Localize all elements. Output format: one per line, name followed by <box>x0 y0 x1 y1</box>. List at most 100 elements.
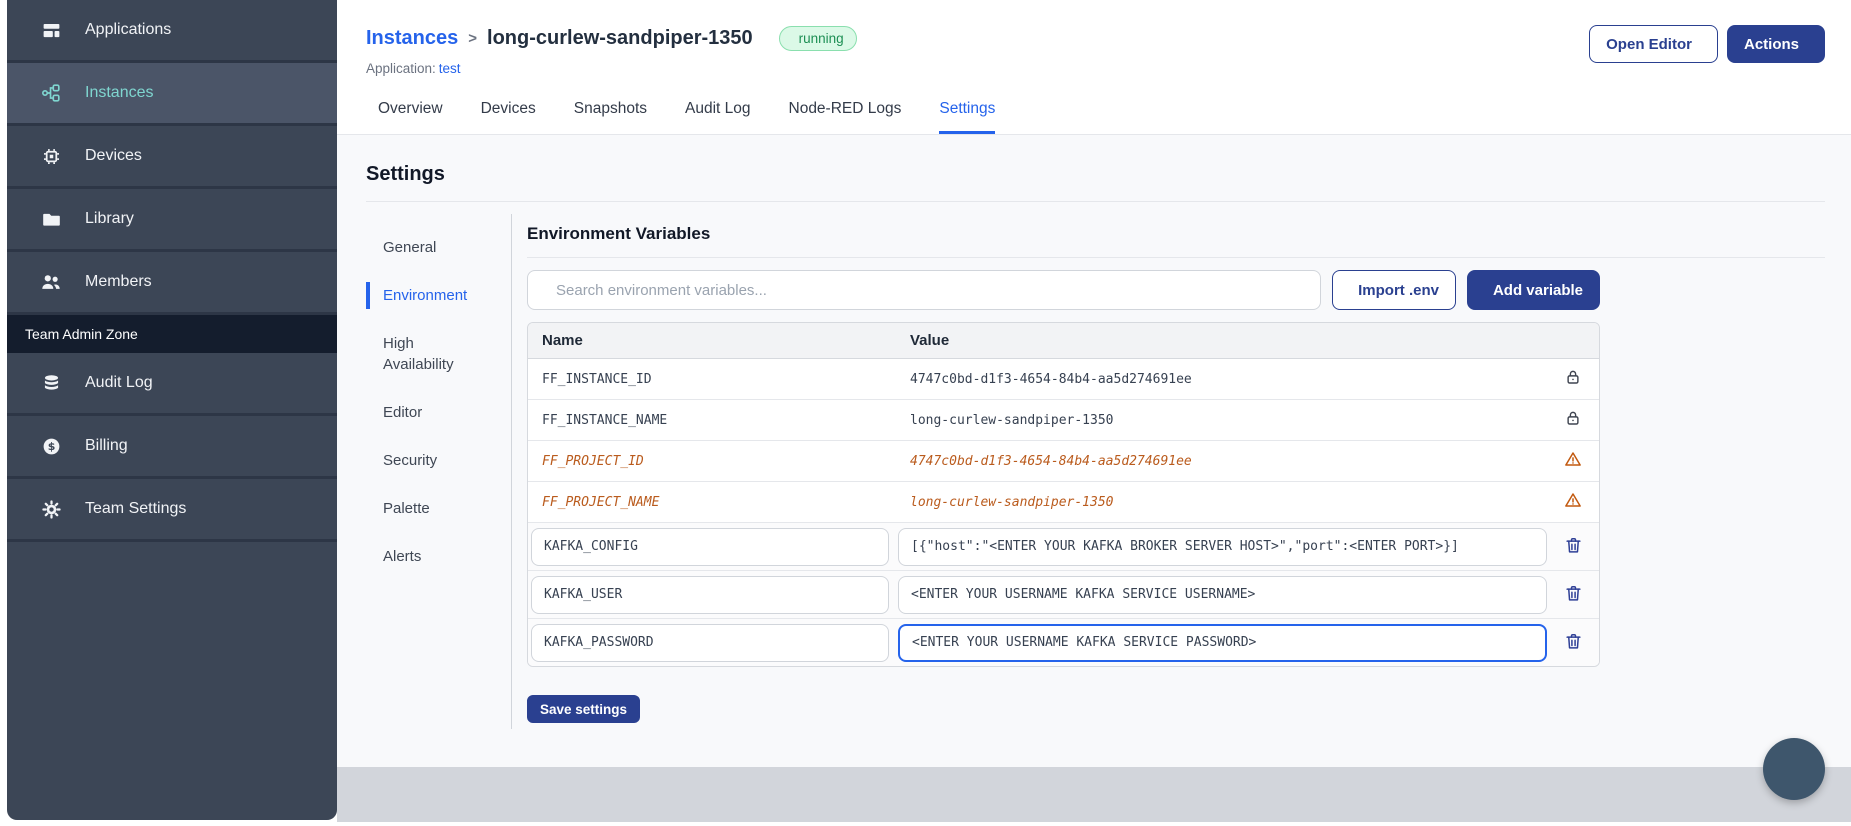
sidebar-item-label: Instances <box>85 84 154 101</box>
table-row <box>528 571 1599 619</box>
sidebar-item-billing[interactable]: $ Billing <box>7 416 337 479</box>
env-value: 4747c0bd-d1f3-4654-84b4-aa5d274691ee <box>910 453 1192 469</box>
lock-icon <box>1564 368 1582 391</box>
applications-icon <box>38 20 64 41</box>
env-value-input[interactable] <box>898 527 1547 566</box>
column-header-value: Value <box>910 332 950 349</box>
warning-icon <box>1547 450 1599 473</box>
delete-variable-button[interactable] <box>1547 536 1599 558</box>
tab-devices[interactable]: Devices <box>481 100 536 134</box>
settings-nav: General Environment High Availability Edito… <box>366 214 512 729</box>
actions-button[interactable]: Actions <box>1726 25 1825 63</box>
settings-nav-palette[interactable]: Palette <box>366 495 478 522</box>
env-name: FF_PROJECT_ID <box>542 453 644 469</box>
tab-overview[interactable]: Overview <box>378 100 443 134</box>
header-actions: Open Editor Actions <box>1589 25 1825 63</box>
application-link[interactable]: test <box>439 61 461 76</box>
status-badge-label: running <box>798 31 844 46</box>
application-label: Application: <box>366 61 436 76</box>
settings-nav-alerts[interactable]: Alerts <box>366 543 478 570</box>
open-editor-button[interactable]: Open Editor <box>1589 25 1718 63</box>
divider <box>527 257 1825 258</box>
import-env-label: Import .env <box>1358 281 1439 299</box>
settings-nav-high-availability[interactable]: High Availability <box>366 330 478 378</box>
lock-icon <box>1547 368 1599 391</box>
env-value: 4747c0bd-d1f3-4654-84b4-aa5d274691ee <box>910 371 1192 387</box>
sidebar-item-library[interactable]: Library <box>7 189 337 252</box>
env-name: FF_PROJECT_NAME <box>542 494 660 510</box>
instance-tabs: Overview Devices Snapshots Audit Log Node-RE… <box>337 76 1851 135</box>
add-variable-label: Add variable <box>1492 281 1583 299</box>
audit-log-icon <box>38 373 64 394</box>
add-variable-button[interactable]: Add variable <box>1466 270 1600 310</box>
search-input[interactable] <box>554 280 1307 300</box>
sidebar-item-devices[interactable]: Devices <box>7 126 337 189</box>
sidebar-item-label: Audit Log <box>85 374 153 391</box>
warning-icon <box>1547 491 1599 514</box>
sidebar-item-label: Library <box>85 210 134 227</box>
sidebar-item-applications[interactable]: Applications <box>7 0 337 63</box>
library-icon <box>38 209 64 230</box>
search-box <box>527 270 1322 310</box>
env-value: long-curlew-sandpiper-1350 <box>910 412 1114 428</box>
settings-content: Settings General Environment High Availabi… <box>337 135 1851 767</box>
svg-text:$: $ <box>47 440 55 453</box>
trash-icon <box>1564 536 1583 558</box>
page-header: Instances > long-curlew-sandpiper-1350 r… <box>337 0 1851 76</box>
sidebar-item-label: Team Settings <box>85 500 187 517</box>
settings-nav-editor[interactable]: Editor <box>366 399 478 426</box>
divider <box>366 201 1825 202</box>
instance-name: long-curlew-sandpiper-1350 <box>487 27 753 49</box>
open-editor-label: Open Editor <box>1606 35 1692 53</box>
tab-snapshots[interactable]: Snapshots <box>574 100 647 134</box>
trash-icon <box>1564 584 1583 606</box>
table-row: FF_INSTANCE_ID 4747c0bd-d1f3-4654-84b4-aa… <box>528 359 1599 400</box>
breadcrumb-separator: > <box>468 30 478 47</box>
main-area: Instances > long-curlew-sandpiper-1350 r… <box>337 0 1851 822</box>
environment-panel: Environment Variables Import .env <box>512 214 1825 729</box>
lock-icon <box>1564 409 1582 432</box>
env-name-input[interactable] <box>531 623 889 662</box>
lock-icon <box>1547 409 1599 432</box>
env-value-input[interactable] <box>898 575 1547 614</box>
settings-nav-environment[interactable]: Environment <box>366 282 478 309</box>
breadcrumb-instances-link[interactable]: Instances <box>366 27 458 50</box>
delete-variable-button[interactable] <box>1547 584 1599 606</box>
sidebar-item-audit-log[interactable]: Audit Log <box>7 353 337 416</box>
table-row: FF_PROJECT_ID 4747c0bd-d1f3-4654-84b4-aa5… <box>528 441 1599 482</box>
settings-nav-security[interactable]: Security <box>366 447 478 474</box>
env-title: Environment Variables <box>527 224 711 243</box>
billing-icon: $ <box>38 436 64 457</box>
tab-node-red-logs[interactable]: Node-RED Logs <box>789 100 902 134</box>
warning-icon <box>1564 491 1582 514</box>
env-name: FF_INSTANCE_ID <box>542 371 652 387</box>
tab-audit-log[interactable]: Audit Log <box>685 100 751 134</box>
save-settings-button[interactable]: Save settings <box>527 695 641 723</box>
instances-icon <box>38 82 64 104</box>
settings-nav-general[interactable]: General <box>366 234 478 261</box>
env-value-input[interactable] <box>898 623 1547 662</box>
delete-variable-button[interactable] <box>1547 632 1599 654</box>
members-icon <box>38 271 64 293</box>
column-header-name: Name <box>542 332 583 349</box>
sidebar-item-label: Applications <box>85 21 172 38</box>
env-name: FF_INSTANCE_NAME <box>542 412 668 428</box>
chat-launcher[interactable] <box>1763 738 1825 800</box>
sidebar-item-team-settings[interactable]: Team Settings <box>7 479 337 542</box>
status-badge: running <box>778 26 857 51</box>
env-name-input[interactable] <box>531 575 889 614</box>
sidebar-item-label: Billing <box>85 437 128 454</box>
import-env-button[interactable]: Import .env <box>1332 270 1456 310</box>
table-header: Name Value <box>528 323 1599 359</box>
sidebar-item-members[interactable]: Members <box>7 252 337 315</box>
table-row <box>528 523 1599 571</box>
env-name-input[interactable] <box>531 527 889 566</box>
actions-label: Actions <box>1743 35 1799 53</box>
tab-settings[interactable]: Settings <box>939 100 996 134</box>
trash-icon <box>1564 632 1583 654</box>
env-variables-table: Name Value FF_INSTANCE_ID 4747c0bd-d1f3-4… <box>527 322 1600 667</box>
sidebar: Applications Instances Devices Library Membe… <box>7 0 337 820</box>
env-toolbar: Import .env Add variable <box>527 270 1600 310</box>
team-settings-icon <box>38 499 64 520</box>
sidebar-item-instances[interactable]: Instances <box>7 63 337 126</box>
